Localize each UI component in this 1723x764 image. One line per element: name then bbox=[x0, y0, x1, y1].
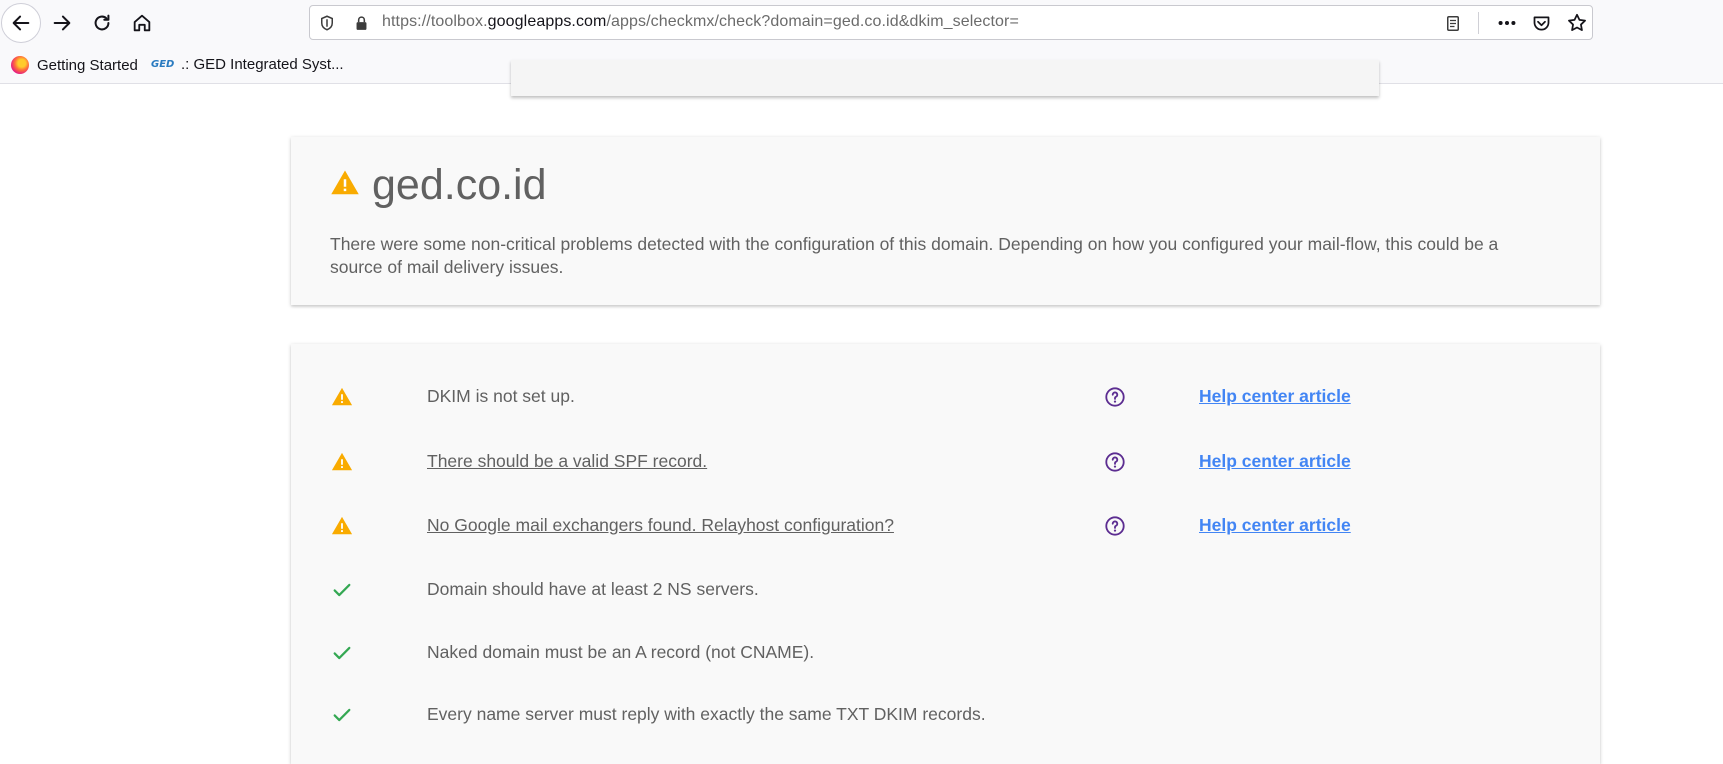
more-actions-icon[interactable] bbox=[1496, 12, 1518, 34]
summary-header: ged.co.id bbox=[330, 161, 547, 210]
reader-view-icon[interactable] bbox=[1444, 14, 1462, 32]
check-row: No Google mail exchangers found. Relayho… bbox=[291, 506, 1600, 546]
domain-title: ged.co.id bbox=[372, 161, 547, 209]
arrow-right-icon bbox=[53, 15, 71, 31]
check-row: Domain should have at least 2 NS servers… bbox=[291, 570, 1600, 610]
check-message: Every name server must reply with exactl… bbox=[427, 704, 986, 724]
warning-icon bbox=[330, 514, 354, 538]
bookmark-getting-started[interactable]: Getting Started bbox=[11, 56, 138, 74]
help-center-article-link[interactable]: Help center article bbox=[1199, 386, 1351, 407]
url-text[interactable]: https://toolbox.googleapps.com/apps/chec… bbox=[382, 13, 1019, 31]
check-message: DKIM is not set up. bbox=[427, 386, 575, 406]
warning-icon bbox=[330, 168, 360, 203]
pocket-icon[interactable] bbox=[1530, 12, 1552, 34]
back-button[interactable] bbox=[1, 3, 41, 43]
summary-description: There were some non-critical problems de… bbox=[330, 234, 1499, 277]
address-bar[interactable]: https://toolbox.googleapps.com/apps/chec… bbox=[309, 5, 1593, 40]
previous-card bbox=[511, 60, 1379, 96]
help-icon[interactable] bbox=[1103, 385, 1127, 409]
bookmark-star-icon[interactable] bbox=[1566, 12, 1588, 34]
check-row: DKIM is not set up. Help center article bbox=[291, 377, 1600, 417]
help-icon[interactable] bbox=[1103, 450, 1127, 474]
browser-toolbar: https://toolbox.googleapps.com/apps/chec… bbox=[0, 0, 1723, 47]
check-row: Every name server must reply with exactl… bbox=[291, 695, 1600, 735]
warning-icon bbox=[330, 385, 354, 409]
check-icon bbox=[330, 703, 354, 727]
check-icon bbox=[330, 641, 354, 665]
lock-icon[interactable] bbox=[352, 14, 370, 32]
home-icon bbox=[133, 14, 151, 32]
summary-card: ged.co.id There were some non-critical p… bbox=[291, 137, 1600, 305]
tracking-protection-icon[interactable] bbox=[318, 14, 336, 32]
check-row: There should be a valid SPF record. Help … bbox=[291, 442, 1600, 482]
bookmark-ged[interactable]: GED .: GED Integrated Syst... bbox=[151, 56, 344, 73]
check-icon bbox=[330, 578, 354, 602]
check-message: Domain should have at least 2 NS servers… bbox=[427, 579, 759, 599]
check-message-link[interactable]: No Google mail exchangers found. Relayho… bbox=[427, 515, 894, 536]
ged-logo: GED bbox=[151, 59, 175, 70]
bookmark-label: .: GED Integrated Syst... bbox=[181, 56, 344, 73]
help-icon[interactable] bbox=[1103, 514, 1127, 538]
warning-icon bbox=[330, 450, 354, 474]
forward-button[interactable] bbox=[42, 3, 82, 43]
check-message: Naked domain must be an A record (not CN… bbox=[427, 642, 815, 662]
firefox-icon bbox=[11, 56, 29, 74]
reload-icon bbox=[94, 14, 110, 31]
bookmark-label: Getting Started bbox=[37, 56, 138, 74]
help-center-article-link[interactable]: Help center article bbox=[1199, 515, 1351, 536]
home-button[interactable] bbox=[122, 3, 162, 43]
help-center-article-link[interactable]: Help center article bbox=[1199, 451, 1351, 472]
check-message-link[interactable]: There should be a valid SPF record. bbox=[427, 451, 707, 472]
check-row: Naked domain must be an A record (not CN… bbox=[291, 633, 1600, 673]
toolbar-separator bbox=[1478, 12, 1479, 34]
checks-card: DKIM is not set up. Help center article Th… bbox=[291, 344, 1600, 764]
arrow-left-icon bbox=[12, 15, 30, 31]
reload-button[interactable] bbox=[82, 3, 122, 43]
